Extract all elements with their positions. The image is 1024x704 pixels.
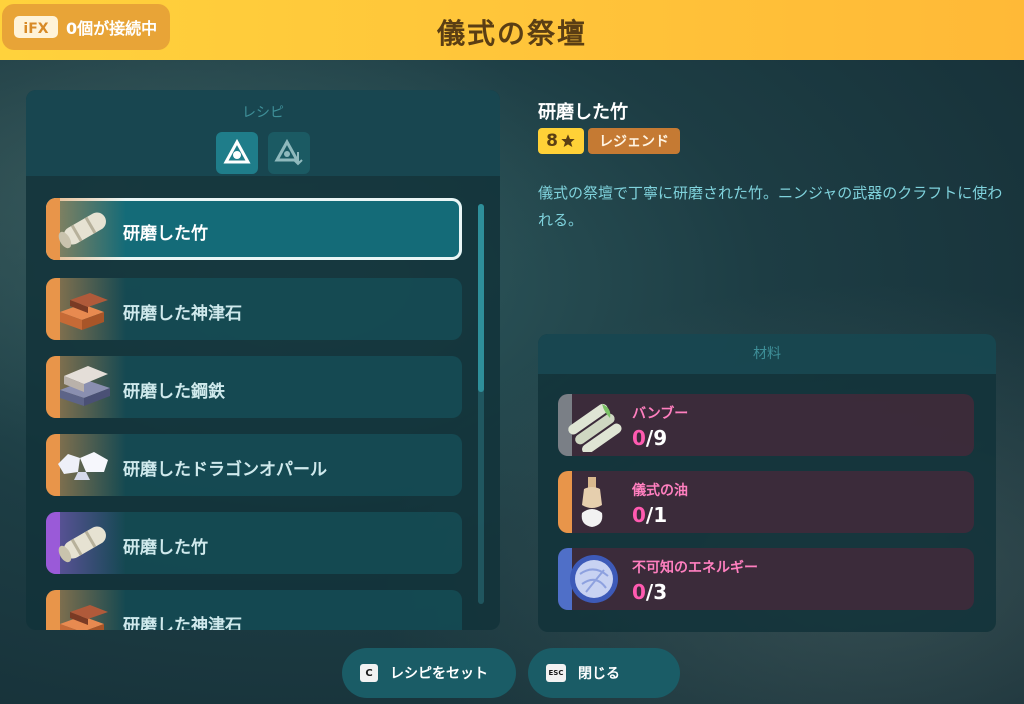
- energy-orb-icon: [570, 555, 618, 603]
- recipe-item-label: 研磨した竹: [123, 538, 208, 558]
- materials-header: 材料: [538, 334, 996, 374]
- material-name: 不可知のエネルギー: [632, 560, 758, 576]
- recipe-item[interactable]: 研磨した神津石: [46, 590, 462, 630]
- brick-icon: [60, 605, 108, 630]
- material-need: /1: [645, 503, 668, 527]
- rarity-badge: レジェンド: [588, 128, 680, 154]
- bamboo-bundle-icon: [568, 403, 622, 452]
- recipe-header: レシピ: [26, 90, 500, 176]
- opal-icon: [58, 452, 108, 480]
- bamboo-icon: [58, 526, 106, 563]
- recipe-item[interactable]: 研磨した竹: [46, 198, 462, 260]
- tab-craft-down[interactable]: [268, 132, 310, 174]
- material-name: 儀式の油: [632, 483, 688, 499]
- page-title: 儀式の祭壇: [436, 17, 587, 50]
- bamboo-icon: [58, 212, 106, 249]
- material-item[interactable]: 不可知のエネルギー 0/3: [558, 548, 974, 610]
- material-count: 0/1: [632, 503, 667, 527]
- material-have: 0: [632, 503, 646, 527]
- material-count: 0/9: [632, 426, 667, 450]
- set-recipe-label: レシピをセット: [390, 666, 488, 682]
- item-description: 儀式の祭壇で丁寧に研磨された竹。ニンジャの武器のクラフトに使われる。: [538, 184, 1003, 229]
- recipe-item[interactable]: 研磨した竹: [46, 512, 462, 574]
- star-icon: [561, 134, 575, 147]
- craft-icon: [223, 138, 251, 164]
- tab-craft[interactable]: [216, 132, 258, 174]
- recipe-item-label: 研磨した竹: [123, 224, 208, 244]
- brick-icon: [60, 293, 108, 330]
- material-item[interactable]: 儀式の油 0/1: [558, 471, 974, 533]
- key-c-icon: C: [360, 664, 378, 682]
- material-have: 0: [632, 426, 646, 450]
- material-item[interactable]: バンブー 0/9: [558, 394, 974, 456]
- recipe-item-label: 研磨した神津石: [123, 616, 242, 630]
- close-button[interactable]: ESC 閉じる: [528, 648, 680, 698]
- material-need: /9: [645, 426, 668, 450]
- material-count: 0/3: [632, 580, 667, 604]
- craft-down-icon: [274, 138, 303, 166]
- recipe-item-label: 研磨した神津石: [123, 304, 242, 324]
- recipe-item-label: 研磨したドラゴンオパール: [123, 460, 327, 480]
- item-name: 研磨した竹: [538, 102, 628, 123]
- header-bar: iFX 0個が接続中 儀式の祭壇: [0, 0, 1024, 60]
- recipe-item-label: 研磨した鋼鉄: [123, 382, 225, 402]
- set-recipe-button[interactable]: C レシピをセット: [342, 648, 516, 698]
- recipe-item[interactable]: 研磨したドラゴンオパール: [46, 434, 462, 496]
- steel-ingot-icon: [60, 366, 110, 406]
- material-have: 0: [632, 580, 646, 604]
- star-count: 8: [546, 131, 558, 151]
- recipe-header-label: レシピ: [242, 105, 284, 121]
- materials-panel: 材料 バンブー 0/9 儀式の油 0/1 不可知のエネルギー 0/3: [538, 334, 996, 632]
- star-level-badge: 8: [538, 128, 584, 154]
- recipe-item[interactable]: 研磨した神津石: [46, 278, 462, 340]
- material-name: バンブー: [632, 406, 689, 422]
- oil-bottle-icon: [581, 477, 603, 527]
- key-esc-icon: ESC: [546, 664, 566, 682]
- material-need: /3: [645, 580, 668, 604]
- scrollbar-thumb[interactable]: [478, 204, 484, 392]
- recipe-item[interactable]: 研磨した鋼鉄: [46, 356, 462, 418]
- close-label: 閉じる: [578, 666, 620, 682]
- recipe-panel: レシピ 研磨した竹 研磨した神津石 研磨した鋼鉄 研磨したドラゴンオパール 研磨…: [26, 90, 500, 630]
